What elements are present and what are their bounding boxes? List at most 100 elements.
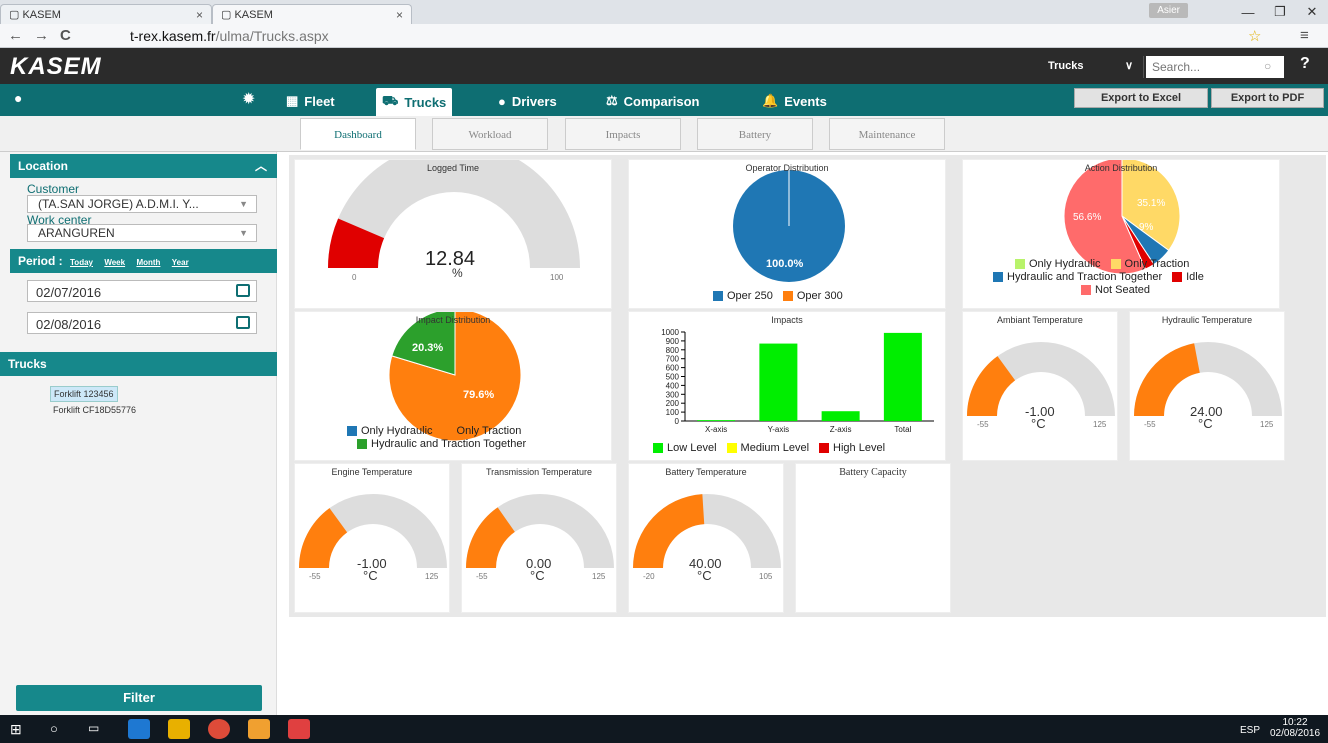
date-from-field[interactable]: 02/07/2016 (27, 280, 257, 302)
fleet-icon: ▦ (286, 93, 299, 108)
edge-icon[interactable] (128, 719, 150, 739)
search-icon[interactable]: ○ (50, 721, 58, 736)
pie-label: 56.6% (1073, 212, 1102, 223)
calendar-icon[interactable] (236, 284, 250, 297)
language-indicator[interactable]: ESP (1240, 725, 1260, 736)
url-domain: t-rex.kasem.fr (130, 28, 216, 44)
panel-title: Engine Temperature (331, 467, 413, 477)
pie-label: 20.3% (412, 342, 444, 354)
user-icon[interactable]: ● (14, 90, 22, 106)
truck-icon: ⛟ (382, 93, 399, 108)
tab-impacts[interactable]: Impacts (565, 118, 681, 150)
menu-icon[interactable]: ≡ (1300, 27, 1309, 44)
gear-icon[interactable]: ✹ (242, 89, 255, 109)
tab-battery[interactable]: Battery (697, 118, 813, 150)
truck-list-item[interactable]: Forklift 123456 (50, 386, 118, 402)
operator-pie (733, 170, 845, 282)
driver-icon: ● (498, 93, 506, 109)
back-icon[interactable]: ← (8, 27, 23, 44)
star-icon[interactable]: ☆ (1248, 27, 1261, 45)
reload-icon[interactable]: C (60, 27, 71, 44)
file-explorer-icon[interactable] (168, 719, 190, 739)
location-header[interactable]: Location ︿ (10, 154, 277, 178)
engine-temperature-panel: Engine Temperature -1.00 °C -55 125 (294, 463, 450, 613)
y-tick-label: 100 (666, 408, 680, 417)
period-year-link[interactable]: Year (172, 258, 189, 267)
clock-time[interactable]: 10:22 (1270, 717, 1320, 728)
period-week-link[interactable]: Week (104, 258, 125, 267)
gauge-unit: °C (363, 568, 378, 583)
bell-icon: 🔔 (762, 93, 779, 108)
period-today-link[interactable]: Today (70, 258, 93, 267)
clock-date[interactable]: 02/08/2016 (1270, 728, 1320, 739)
app-icon[interactable] (248, 719, 270, 739)
tab-workload[interactable]: Workload (432, 118, 548, 150)
panel-title: Impact Distribution (415, 315, 491, 325)
x-tick-label: Total (894, 425, 911, 434)
ambiant-temperature-panel: Ambiant Temperature -1.00 °C -55 125 (962, 311, 1118, 461)
x-tick-label: X-axis (705, 425, 727, 434)
trucks-header: Trucks (0, 352, 277, 376)
app-icon[interactable] (288, 719, 310, 739)
gauge-min: -55 (1144, 420, 1156, 429)
y-tick-label: 300 (666, 390, 680, 399)
truck-list-item[interactable]: Forklift CF18D55776 (50, 403, 139, 417)
help-icon[interactable]: ? (1300, 55, 1310, 73)
y-tick-label: 900 (666, 337, 680, 346)
legend-swatch (347, 426, 357, 436)
legend-label: Idle (1186, 271, 1204, 283)
nav-drivers[interactable]: ● Drivers (492, 90, 563, 112)
export-pdf-button[interactable]: Export to PDF (1211, 88, 1324, 108)
filter-button[interactable]: Filter (16, 685, 262, 711)
chevron-up-icon[interactable]: ︿ (255, 157, 267, 174)
period-month-link[interactable]: Month (136, 258, 160, 267)
page-icon: ▢ (221, 9, 235, 21)
windows-start-icon[interactable]: ⊞ (10, 721, 22, 738)
location-title: Location (18, 159, 68, 173)
action-legend-row: Not Seated (1081, 284, 1150, 296)
tab-maintenance[interactable]: Maintenance (829, 118, 945, 150)
transmission-gauge (466, 494, 614, 568)
nav-trucks[interactable]: ⛟ Trucks (376, 88, 453, 116)
action-legend-row: Hydraulic and Traction Together Idle (993, 271, 1204, 283)
search-scope-select[interactable]: Trucks ∨ (1038, 56, 1144, 78)
calendar-icon[interactable] (236, 316, 250, 329)
export-excel-button[interactable]: Export to Excel (1074, 88, 1208, 108)
url-field[interactable]: t-rex.kasem.fr/ulma/Trucks.aspx (108, 26, 1233, 46)
legend-swatch (1015, 259, 1025, 269)
panel-title: Battery Temperature (665, 467, 747, 477)
date-to-field[interactable]: 02/08/2016 (27, 312, 257, 334)
legend-swatch (1172, 272, 1183, 282)
close-icon[interactable]: × (396, 8, 403, 22)
transmission-temperature-panel: Transmission Temperature 0.00 °C -55 125 (461, 463, 617, 613)
pie-label: 35.1% (1137, 198, 1166, 209)
nav-fleet[interactable]: ▦ Fleet (280, 90, 341, 112)
tab-dashboard[interactable]: Dashboard (300, 118, 416, 150)
browser-tab[interactable]: ▢ KASEM × (0, 4, 212, 24)
gauge-value: 12.84 (425, 248, 476, 270)
legend-swatch (993, 272, 1003, 282)
address-bar-row: ← → C t-rex.kasem.fr/ulma/Trucks.aspx ☆ … (0, 24, 1328, 48)
panel-title: Hydraulic Temperature (1161, 315, 1253, 325)
pie-label: 100.0% (766, 258, 804, 270)
user-badge[interactable]: Asier (1149, 3, 1188, 18)
maximize-icon[interactable]: ❐ (1264, 4, 1296, 20)
workcenter-select[interactable]: ARANGUREN ▼ (27, 224, 257, 242)
bar-low-level (759, 343, 798, 421)
gauge-max: 125 (1260, 420, 1274, 429)
gauge-min: -55 (476, 572, 488, 581)
task-view-icon[interactable]: ▭ (88, 721, 99, 735)
forward-icon[interactable]: → (34, 27, 49, 44)
minimize-icon[interactable]: — (1232, 5, 1264, 20)
gauge-unit: °C (697, 568, 712, 583)
customer-select[interactable]: (TA.SAN JORGE) A.D.M.I. Y... ▼ (27, 195, 257, 213)
pie-label: 9% (1139, 222, 1154, 233)
nav-events[interactable]: 🔔 Events (756, 90, 833, 112)
close-icon[interactable]: × (196, 8, 203, 22)
gauge-unit: °C (530, 568, 545, 583)
nav-comparison[interactable]: ⚖ Comparison (600, 90, 706, 112)
close-window-icon[interactable]: ✕ (1296, 4, 1328, 20)
browser-tab-active[interactable]: ▢ KASEM × (212, 4, 412, 24)
search-icon[interactable]: ○ (1264, 59, 1271, 73)
chrome-icon[interactable] (208, 719, 230, 739)
